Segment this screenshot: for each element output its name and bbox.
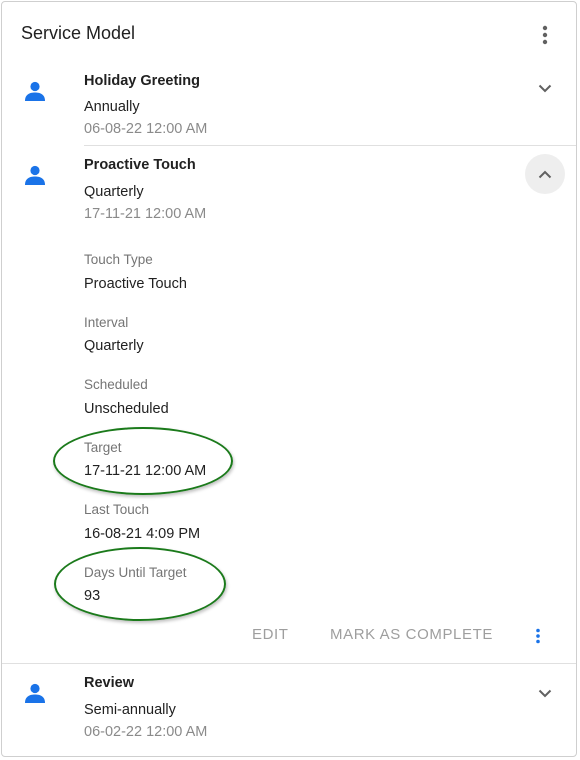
more-vert-icon <box>542 25 548 45</box>
field-label-target: Target <box>84 440 122 455</box>
list-item-proactive-touch[interactable]: Proactive Touch Quarterly 17-11-21 12:00… <box>2 147 576 662</box>
list-item-review[interactable]: Review Semi-annually 06-02-22 12:00 AM <box>2 665 576 756</box>
person-icon <box>23 681 47 705</box>
item-title: Review <box>84 675 134 691</box>
field-value-interval: Quarterly <box>84 338 144 354</box>
field-label-scheduled: Scheduled <box>84 377 148 392</box>
field-label-days-until-target: Days Until Target <box>84 565 187 580</box>
chevron-up-icon <box>538 170 552 178</box>
item-more-options-button[interactable] <box>526 624 550 648</box>
field-label-touch-type: Touch Type <box>84 252 153 267</box>
item-date: 17-11-21 12:00 AM <box>84 206 207 222</box>
collapse-button[interactable] <box>525 154 565 194</box>
person-icon <box>23 163 47 187</box>
item-frequency: Semi-annually <box>84 702 176 718</box>
more-vert-icon <box>536 628 540 644</box>
field-label-last-touch: Last Touch <box>84 502 150 517</box>
field-value-touch-type: Proactive Touch <box>84 276 187 292</box>
edit-button[interactable]: EDIT <box>252 626 289 643</box>
field-value-last-touch: 16-08-21 4:09 PM <box>84 526 201 542</box>
card-title: Service Model <box>21 23 136 43</box>
expand-button[interactable] <box>525 673 565 713</box>
list-item-holiday-greeting[interactable]: Holiday Greeting Annually 06-08-22 12:00… <box>2 62 576 146</box>
field-value-scheduled: Unscheduled <box>84 401 169 417</box>
item-date: 06-02-22 12:00 AM <box>84 724 208 740</box>
field-value-target: 17-11-21 12:00 AM <box>84 463 207 479</box>
item-title: Holiday Greeting <box>84 73 201 89</box>
item-frequency: Annually <box>84 99 140 115</box>
expand-button[interactable] <box>525 68 565 108</box>
service-model-card: Service Model Holiday Greeting Annually … <box>1 1 577 757</box>
chevron-down-icon <box>538 689 552 697</box>
item-frequency: Quarterly <box>84 184 144 200</box>
field-value-days-until-target: 93 <box>84 588 101 604</box>
item-title: Proactive Touch <box>84 157 196 173</box>
more-options-button[interactable] <box>533 23 557 47</box>
item-date: 06-08-22 12:00 AM <box>84 121 208 137</box>
divider <box>84 145 576 146</box>
divider <box>2 663 576 664</box>
field-label-interval: Interval <box>84 315 129 330</box>
mark-as-complete-button[interactable]: MARK AS COMPLETE <box>330 626 493 643</box>
chevron-down-icon <box>538 84 552 92</box>
person-icon <box>23 79 47 103</box>
